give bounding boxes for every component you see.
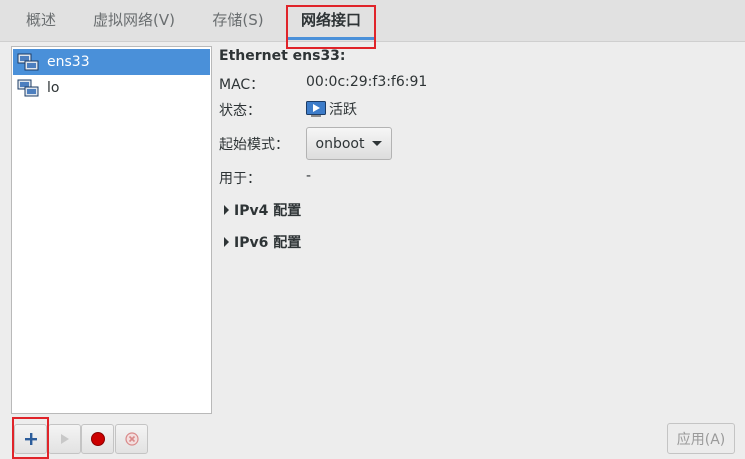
expander-arrow-icon [224,205,229,215]
used-by-label: 用于： [219,171,261,187]
apply-button[interactable]: 应用(A) [667,423,735,454]
play-icon [306,101,326,117]
start-interface-button[interactable] [48,424,81,454]
stop-interface-button[interactable] [81,424,114,454]
tab-virtual-networks[interactable]: 虚拟网络(V) [80,0,188,41]
add-icon [24,433,37,445]
chevron-down-icon [372,141,383,146]
tab-network-interfaces[interactable]: 网络接口 [288,0,374,41]
ipv4-expander[interactable]: IPv4 配置 [224,200,301,220]
start-mode-dropdown[interactable]: onboot [306,127,392,160]
ipv4-label: IPv4 配置 [234,203,302,219]
interface-title: Ethernet ens33: [219,48,346,64]
ipv6-label: IPv6 配置 [234,235,302,251]
expander-arrow-icon [224,237,229,247]
state-value: 活跃 [306,99,357,119]
list-item-lo[interactable]: lo [13,75,210,101]
start-mode-value: onboot [315,135,365,152]
record-stop-icon [90,432,105,446]
interface-name: ens33 [47,54,90,70]
network-card-icon [17,53,39,71]
mac-value: 00:0c:29:f3:f6:91 [306,74,428,90]
used-by-value: - [306,168,312,184]
add-interface-button[interactable] [14,424,47,454]
ipv6-expander[interactable]: IPv6 配置 [224,232,301,252]
delete-interface-button[interactable] [115,424,148,454]
tab-bar: 概述 虚拟网络(V) 存储(S) 网络接口 [0,0,745,42]
interface-list[interactable]: ens33 lo [11,46,212,414]
start-mode-label: 起始模式： [219,137,289,153]
list-item-ens33[interactable]: ens33 [13,49,210,75]
mac-label: MAC： [219,77,265,93]
active-tab-indicator [288,37,374,40]
play-icon [60,434,69,444]
tab-storage[interactable]: 存储(S) [198,0,278,41]
state-text: 活跃 [329,102,357,118]
interface-name: lo [47,80,60,96]
network-card-icon [17,79,39,97]
state-label: 状态： [219,103,261,119]
tab-overview[interactable]: 概述 [12,0,70,41]
delete-circle-icon [124,432,139,446]
